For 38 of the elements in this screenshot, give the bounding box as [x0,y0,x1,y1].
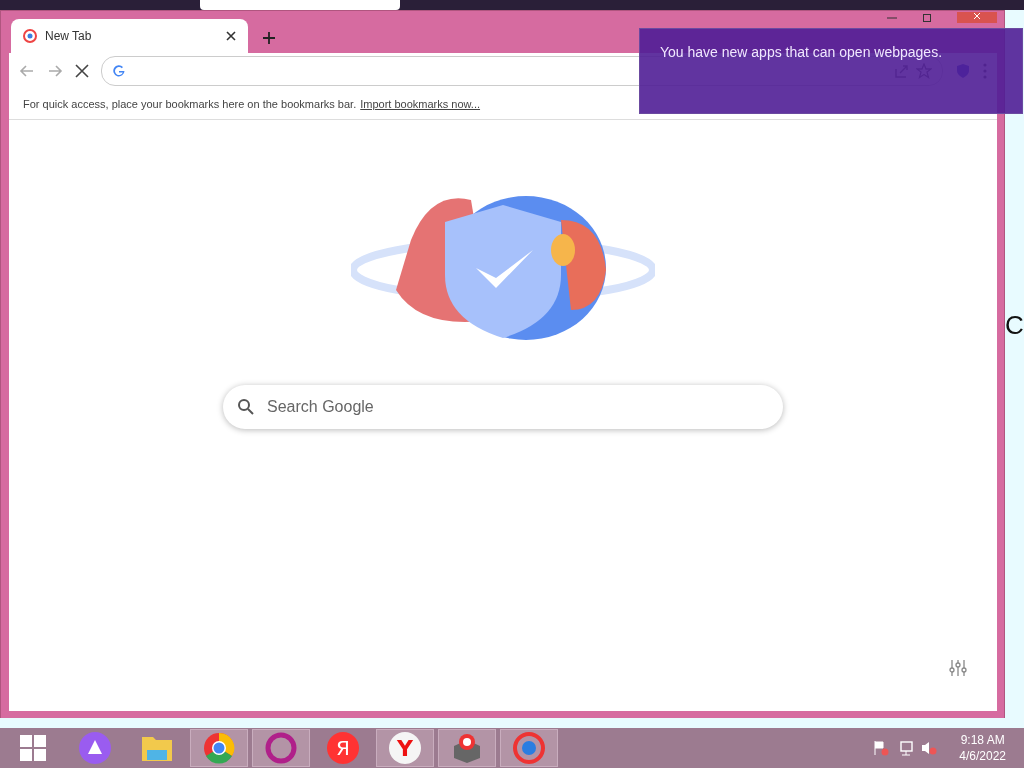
clock-date: 4/6/2022 [959,748,1006,764]
taskbar-app-button[interactable] [500,729,558,767]
forward-button[interactable] [47,63,63,79]
new-tab-button[interactable] [262,31,276,45]
close-window-button[interactable] [957,12,997,23]
close-icon [973,12,981,20]
triangle-circle-icon [79,732,111,764]
taskbar-app-button[interactable]: Я [314,729,372,767]
network-icon[interactable] [897,740,914,756]
letter-circle-icon: Y [389,732,421,764]
bookmarks-hint: For quick access, place your bookmarks here on the bookmarks bar. [23,98,357,110]
g-logo-icon [112,64,126,78]
maximize-button[interactable] [923,12,931,23]
maximize-icon [923,13,931,22]
swirl-logo-icon [513,732,545,764]
ring-logo-icon [265,732,297,764]
taskbar-app-button[interactable] [438,729,496,767]
windows-logo-icon [20,735,46,761]
letter-circle-icon: Я [327,732,359,764]
box-icon [451,732,483,764]
speaker-muted-icon[interactable] [921,740,938,756]
customize-button[interactable] [949,659,967,677]
stop-loading-button[interactable] [75,64,89,78]
clock-time: 9:18 AM [960,732,1005,748]
wheel-logo-icon [203,732,235,764]
close-tab-button[interactable] [226,31,236,41]
flag-error-icon[interactable] [873,740,890,756]
notification-text: You have new apps that can open webpages. [660,44,943,60]
taskbar-app-button[interactable] [190,729,248,767]
background-window-text: C [1005,310,1024,341]
search-icon [237,398,255,416]
taskbar-app-button[interactable]: Y [376,729,434,767]
folder-icon [141,734,173,762]
taskbar-app-button[interactable] [252,729,310,767]
import-bookmarks-link[interactable]: Import bookmarks now... [360,98,481,110]
browser-tab[interactable]: New Tab [11,19,248,53]
back-button[interactable] [19,63,35,79]
tab-favicon-icon [23,29,37,43]
